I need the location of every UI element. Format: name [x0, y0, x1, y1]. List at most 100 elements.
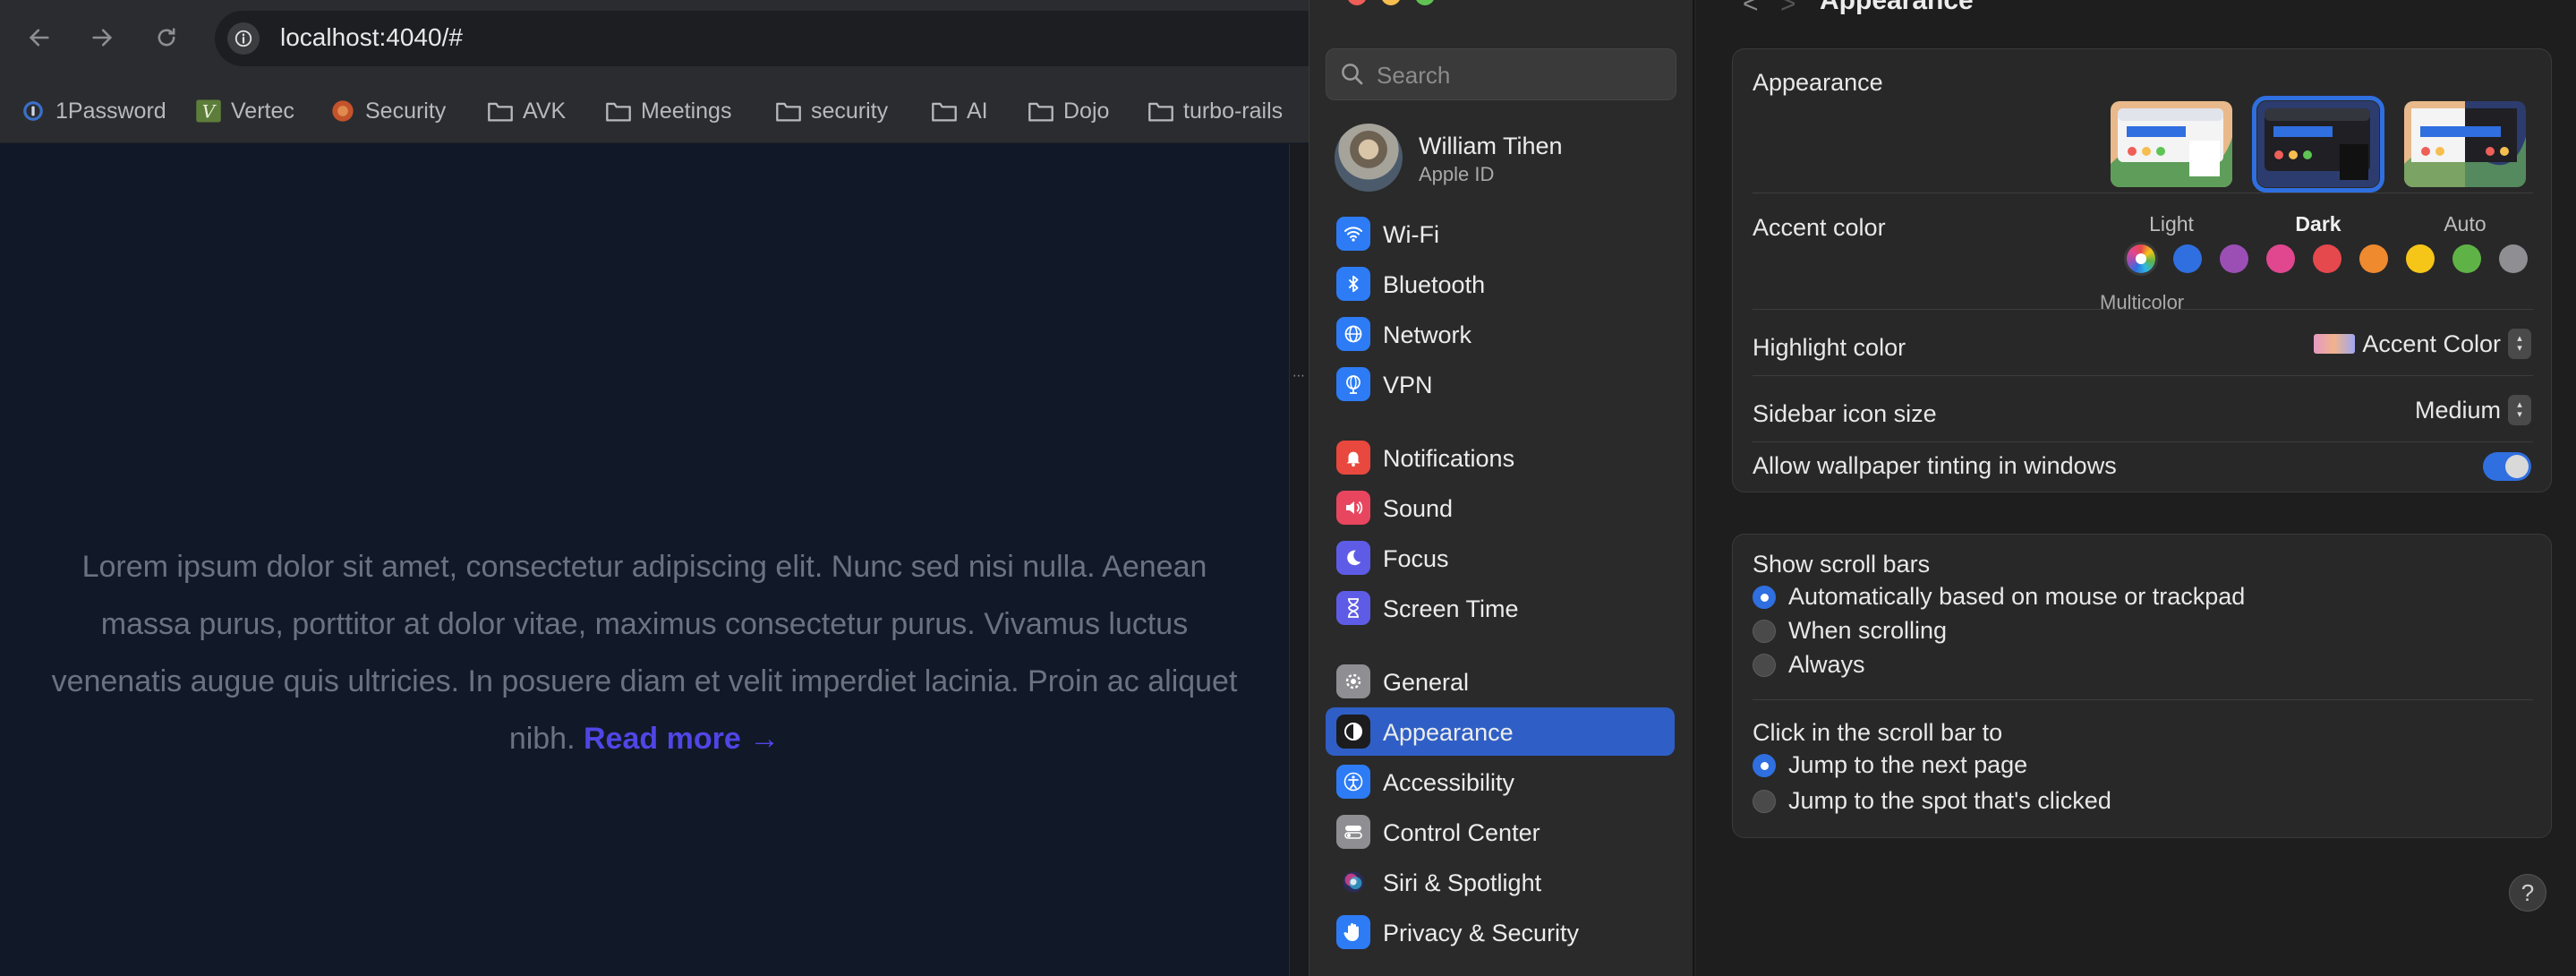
bell-icon [1336, 441, 1370, 475]
bookmark-folder-avk[interactable]: AVK [487, 93, 566, 129]
accent-swatch[interactable] [2266, 244, 2295, 273]
sidebar-item-focus[interactable]: Focus [1326, 534, 1675, 582]
sidebar-item-label: Privacy & Security [1383, 920, 1580, 946]
minimize-window-button[interactable] [1381, 0, 1401, 5]
url-text[interactable]: localhost:4040/# [280, 23, 463, 52]
folder-icon [605, 98, 632, 124]
scroll-auto-radio[interactable]: Automatically based on mouse or trackpad [1753, 583, 2245, 611]
search-field[interactable]: Search [1326, 48, 1676, 100]
bookmark-folder-meetings[interactable]: Meetings [605, 93, 731, 129]
radio-unselected-icon [1753, 789, 1776, 813]
close-window-button[interactable] [1347, 0, 1367, 5]
appearance-label: Appearance [1753, 69, 1883, 96]
sidebar-item-network[interactable]: Network [1326, 310, 1675, 358]
radio-unselected-icon [1753, 619, 1776, 643]
highlight-color-swatch [2314, 334, 2356, 354]
apple-id-profile[interactable]: William Tihen Apple ID [1335, 124, 1675, 195]
sidebar-item-label: Bluetooth [1383, 271, 1486, 298]
accent-swatch[interactable] [2499, 244, 2528, 273]
sidebar-item-label: Control Center [1383, 819, 1540, 846]
highlight-color-popup[interactable]: Accent Color ▴ ▾ [2314, 329, 2531, 359]
help-button[interactable]: ? [2509, 874, 2546, 912]
bookmark-label: 1Password [55, 98, 166, 124]
sidebar-item-siri-spotlight[interactable]: Siri & Spotlight [1326, 858, 1675, 906]
hand-icon [1336, 915, 1370, 949]
site-info-icon[interactable] [227, 22, 260, 55]
divider [1753, 441, 2533, 442]
search-icon [1342, 64, 1363, 85]
theme-auto-option[interactable] [2404, 101, 2526, 187]
radio-selected-icon [1753, 585, 1776, 609]
scroll-when-scrolling-radio[interactable]: When scrolling [1753, 617, 1947, 645]
forward-button[interactable] [82, 18, 122, 57]
radio-unselected-icon [1753, 653, 1776, 677]
accent-swatch[interactable] [2359, 244, 2388, 273]
jump-next-page-radio[interactable]: Jump to the next page [1753, 751, 2027, 779]
read-more-link[interactable]: Read more → [584, 722, 780, 756]
jump-spot-clicked-radio[interactable]: Jump to the spot that's clicked [1753, 787, 2111, 815]
accent-swatch[interactable] [2173, 244, 2202, 273]
bookmark-security-site[interactable]: Security [329, 93, 446, 129]
scroll-always-radio[interactable]: Always [1753, 651, 1865, 679]
sidebar-icon-size-popup[interactable]: Medium ▴ ▾ [2415, 395, 2531, 425]
sidebar-item-accessibility[interactable]: Accessibility [1326, 758, 1675, 806]
wallpaper-tinting-toggle[interactable] [2483, 452, 2531, 481]
devtools-splitter[interactable]: ⋯ [1289, 144, 1309, 976]
bookmark-label: AVK [523, 98, 567, 124]
scroll-bars-card: Show scroll bars Automatically based on … [1732, 534, 2552, 838]
sidebar-item-sound[interactable]: Sound [1326, 484, 1675, 532]
sidebar-item-wi-fi[interactable]: Wi-Fi [1326, 210, 1675, 258]
forward-chevron-icon[interactable]: > [1780, 0, 1796, 20]
bookmark-folder-dojo[interactable]: Dojo [1028, 93, 1109, 129]
body-paragraph: Lorem ipsum dolor sit amet, consectetur … [36, 538, 1253, 767]
sidebar-item-screen-time[interactable]: Screen Time [1326, 584, 1675, 632]
moon-icon [1336, 541, 1370, 575]
arrow-left-icon [29, 29, 49, 47]
radio-label: Jump to the next page [1788, 751, 2028, 778]
radio-label: Automatically based on mouse or trackpad [1788, 583, 2246, 610]
folder-icon [775, 98, 802, 124]
sidebar-item-appearance[interactable]: Appearance [1326, 707, 1675, 756]
bookmark-label: turbo-rails [1183, 98, 1284, 124]
sidebar-item-general[interactable]: General [1326, 657, 1675, 706]
globe-icon [1336, 317, 1370, 351]
sidebar-item-control-center[interactable]: Control Center [1326, 808, 1675, 856]
sidebar-item-label: Siri & Spotlight [1383, 869, 1542, 896]
vertec-icon: V [195, 98, 222, 124]
search-placeholder: Search [1377, 62, 1451, 89]
bookmark-folder-ai[interactable]: AI [931, 93, 988, 129]
theme-dark-option[interactable] [2252, 96, 2384, 193]
accent-swatch[interactable] [2452, 244, 2481, 273]
security-site-icon [329, 98, 356, 124]
accent-swatch[interactable] [2220, 244, 2248, 273]
sidebar-item-notifications[interactable]: Notifications [1326, 433, 1675, 482]
bookmark-label: AI [967, 98, 988, 124]
sidebar-item-vpn[interactable]: VPN [1326, 360, 1675, 408]
bookmark-1password[interactable]: 1Password [20, 93, 166, 129]
accent-swatch[interactable] [2313, 244, 2341, 273]
bookmarks-bar: 1Password V Vertec Security AVK Meetings… [0, 79, 1309, 143]
click-scroll-bar-label: Click in the scroll bar to [1753, 719, 2003, 746]
bookmark-vertec[interactable]: V Vertec [195, 93, 294, 129]
sidebar-item-bluetooth[interactable]: Bluetooth [1326, 260, 1675, 308]
sidebar-item-label: Network [1383, 321, 1472, 348]
hourglass-icon [1336, 591, 1370, 625]
sidebar-item-label: Notifications [1383, 445, 1515, 472]
bookmark-folder-security[interactable]: security [775, 93, 888, 129]
vpn-globe-icon [1336, 367, 1370, 401]
gear-icon [1336, 664, 1370, 698]
address-bar[interactable]: localhost:4040/# [215, 11, 1378, 66]
theme-light-option[interactable] [2111, 101, 2232, 187]
back-button[interactable] [20, 18, 59, 57]
bookmark-label: security [811, 98, 889, 124]
bookmark-folder-turbo-rails[interactable]: turbo-rails [1147, 93, 1283, 129]
bookmark-label: Meetings [641, 98, 732, 124]
back-chevron-icon[interactable]: < [1743, 0, 1759, 20]
zoom-window-button[interactable] [1415, 0, 1435, 5]
accent-swatch[interactable] [2406, 244, 2435, 273]
1password-icon [20, 98, 47, 124]
accent-multicolor-swatch[interactable] [2127, 244, 2155, 273]
reload-button[interactable] [147, 18, 186, 57]
sidebar-item-privacy-security[interactable]: Privacy & Security [1326, 908, 1675, 956]
folder-icon [1147, 98, 1174, 124]
